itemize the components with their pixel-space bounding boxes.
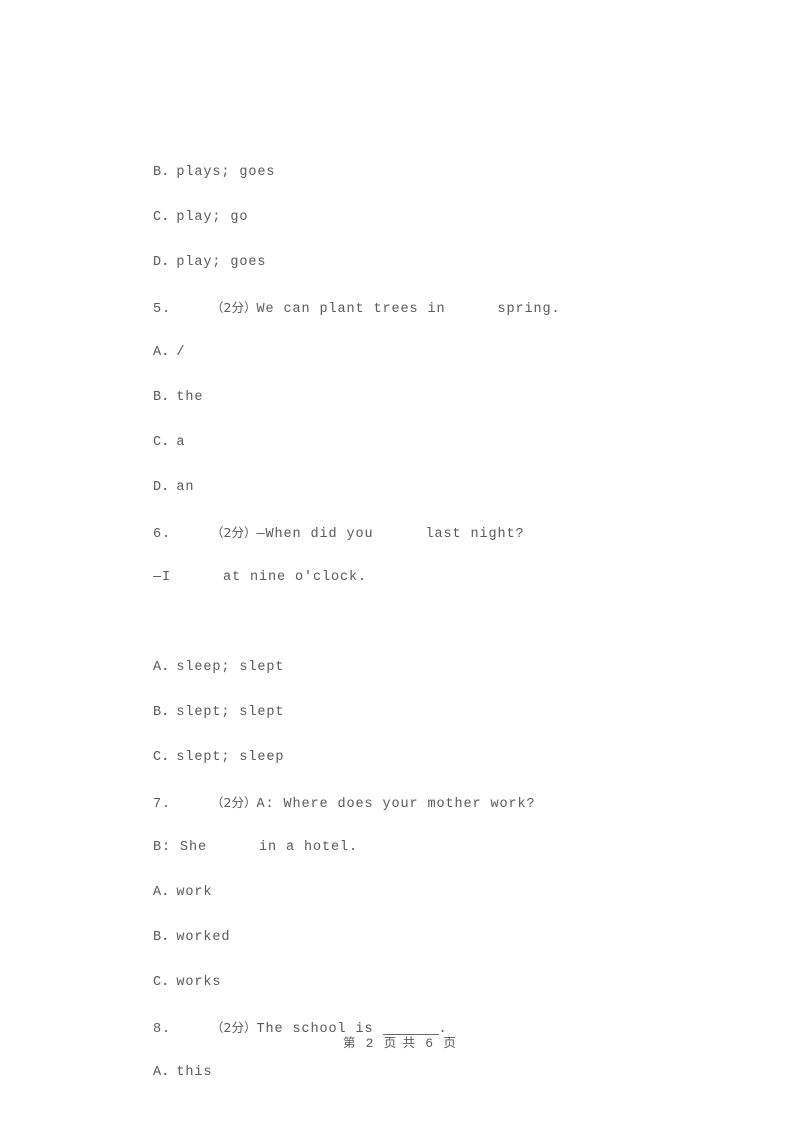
question-text-tail: spring. <box>497 302 561 317</box>
question-score: （2分） <box>211 795 257 810</box>
document-page: B．plays; goes C．play; go D．play; goes 5.… <box>0 0 800 1132</box>
option-line: D．an <box>99 420 739 495</box>
option-text: A．work <box>153 885 213 900</box>
question-number: 6. <box>153 527 172 542</box>
reply-text: B: She <box>153 840 208 855</box>
option-line: A．sleep; slept <box>99 600 739 675</box>
footer-middle: 页 共 <box>383 1035 417 1050</box>
option-text: A．sleep; slept <box>153 660 285 675</box>
reply-text-tail: at nine o'clock. <box>223 570 368 585</box>
reply-text-tail: in a hotel. <box>259 840 359 855</box>
question-score: （2分） <box>211 525 257 540</box>
option-text: C．a <box>153 435 186 450</box>
option-text: C．play; go <box>153 210 249 225</box>
option-line: B．plays; goes <box>99 105 739 180</box>
option-text: C．works <box>153 975 222 990</box>
footer-suffix: 页 <box>443 1035 458 1050</box>
option-text: D．an <box>153 480 195 495</box>
option-line: B．the <box>99 330 739 405</box>
option-text: B．plays; goes <box>153 165 276 180</box>
question-text: A: Where does your mother work? <box>256 797 536 812</box>
option-text: B．slept; slept <box>153 705 285 720</box>
option-text: A．/ <box>153 345 186 360</box>
question-text: —When did you <box>256 527 374 542</box>
footer-total-pages: 6 <box>425 1036 435 1051</box>
question-stem-6: 6. （2分）—When did you last night? <box>99 465 739 542</box>
page-footer: 第 2 页 共 6 页 <box>0 1032 800 1051</box>
exam-question-body: B．plays; goes C．play; go D．play; goes 5.… <box>99 105 739 1080</box>
question-score: （2分） <box>211 300 257 315</box>
option-text: B．worked <box>153 930 231 945</box>
option-text: D．play; goes <box>153 255 267 270</box>
question-text-tail: last night? <box>425 527 525 542</box>
question-number: 7. <box>153 797 172 812</box>
question-number: 5. <box>153 302 172 317</box>
footer-current-page: 2 <box>365 1036 375 1051</box>
option-text: C．slept; sleep <box>153 750 285 765</box>
reply-text: —I <box>153 570 172 585</box>
option-text: A．this <box>153 1065 213 1080</box>
footer-prefix: 第 <box>342 1035 357 1050</box>
question-text: We can plant trees in <box>256 302 446 317</box>
option-text: B．the <box>153 390 204 405</box>
